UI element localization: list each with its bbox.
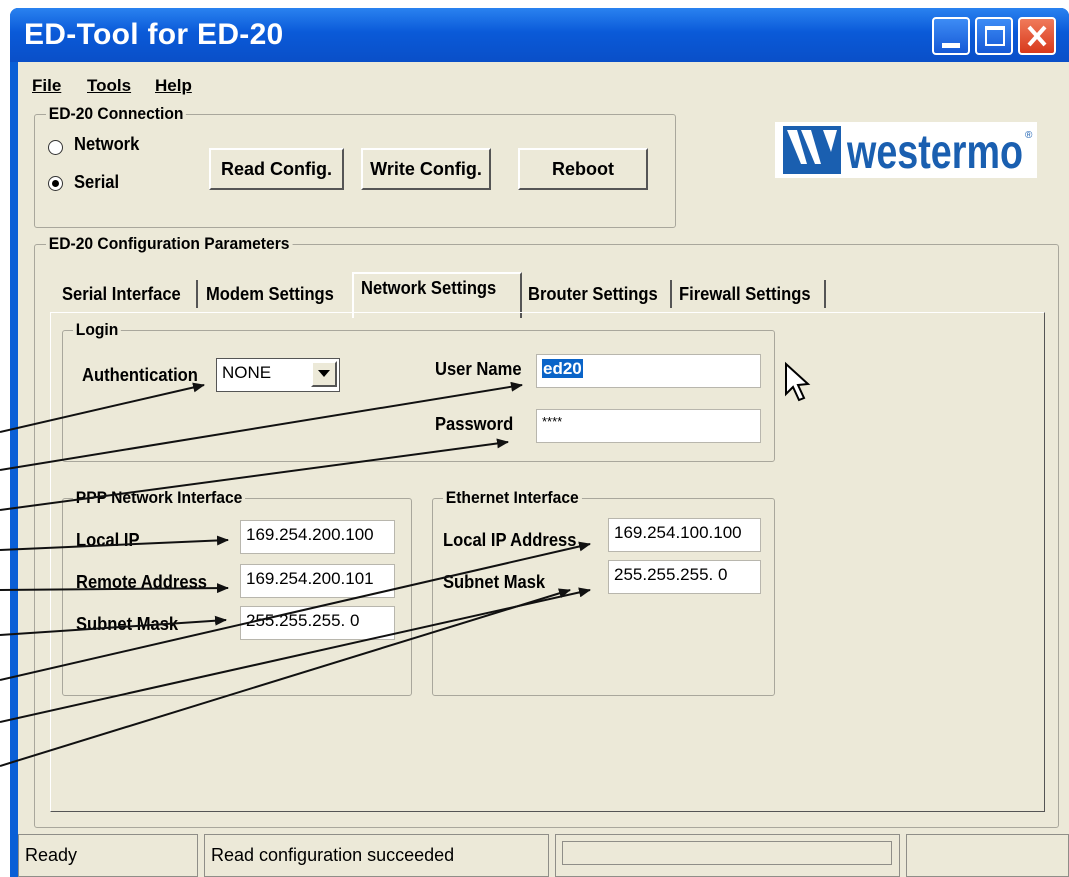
arrow-ppp-remote xyxy=(0,583,229,594)
arrow-user-name xyxy=(0,381,523,471)
arrow-ppp-subnet xyxy=(0,615,227,636)
arrow-ppp-local-ip xyxy=(0,535,229,551)
mouse-pointer-icon xyxy=(785,361,811,402)
annotation-arrows xyxy=(0,361,811,767)
arrow-password xyxy=(0,438,509,511)
arrow-extra xyxy=(0,588,571,767)
arrow-ethernet-subnet xyxy=(0,587,591,723)
arrow-authentication xyxy=(0,382,205,433)
